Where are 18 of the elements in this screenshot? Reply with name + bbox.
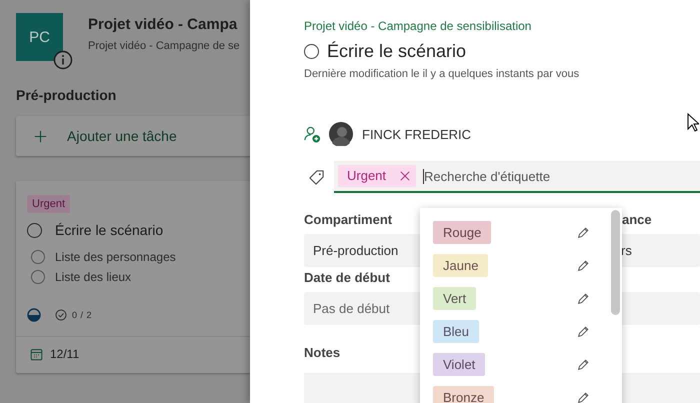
field-label: Date de début	[304, 270, 390, 287]
task-title: Écrire le scénario	[327, 41, 466, 62]
due-date: 12/11	[50, 347, 80, 361]
field-label: Compartiment	[304, 212, 392, 229]
bucket-title: Pré-production	[16, 87, 118, 103]
plan-subtitle: Projet vidéo - Campagne de se	[88, 40, 240, 52]
checklist-item: Liste des personnages	[55, 250, 176, 264]
plan-avatar: PC	[16, 13, 63, 61]
checklist-count: 0 / 2	[72, 310, 92, 320]
field-label: ance	[621, 212, 652, 229]
label-tag: Urgent	[27, 195, 70, 213]
modified-info: Dernière modification le il y a quelques instants par vous	[304, 68, 580, 80]
notes-label: Notes	[304, 345, 342, 360]
assignee-name: FINCK FREDERIC	[362, 126, 472, 142]
task-title: Écrire le scénario	[55, 222, 164, 238]
plan-title: Projet vidéo - Campa	[88, 16, 238, 33]
checklist-item: Liste des lieux	[55, 270, 132, 284]
label-chip: Urgent	[338, 165, 416, 187]
